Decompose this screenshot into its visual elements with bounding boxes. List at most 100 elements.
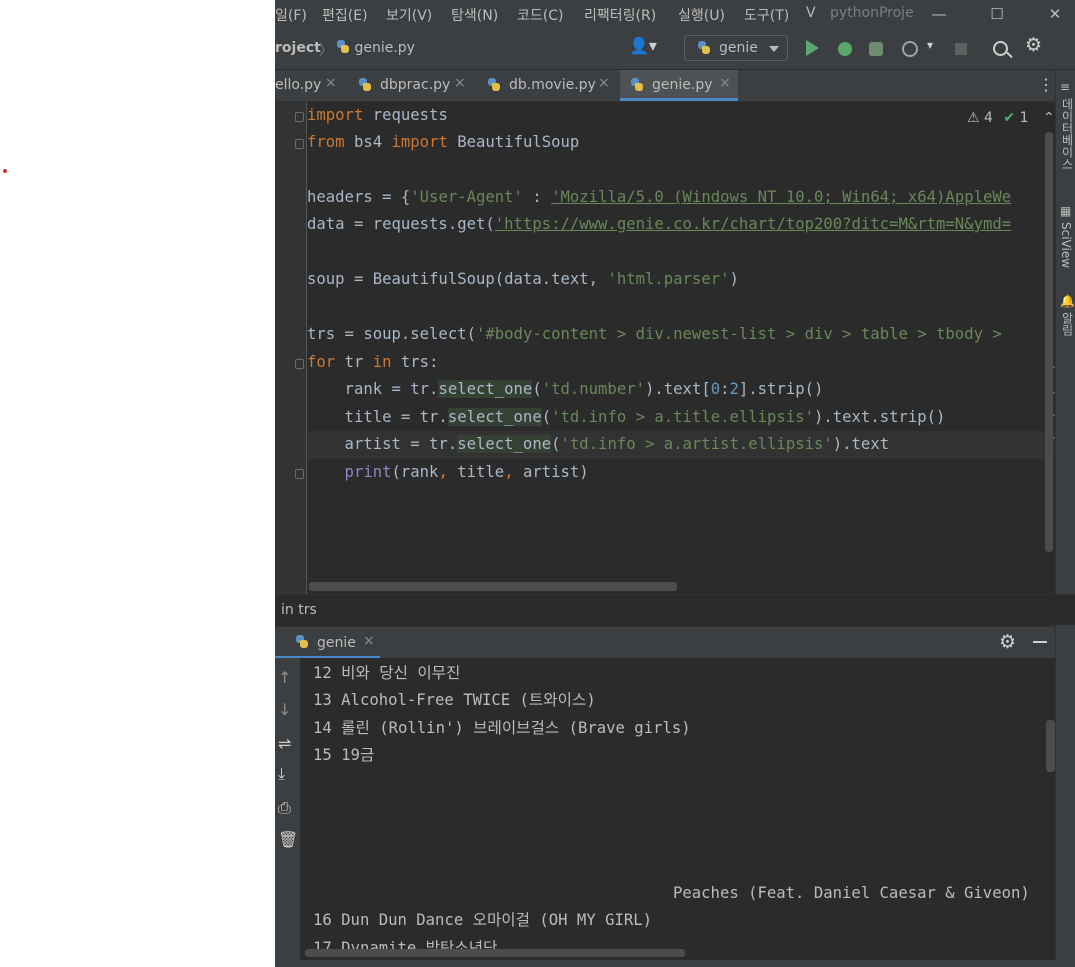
code-line: soup = BeautifulSoup(data.text, 'html.pa… [307, 270, 739, 288]
editor-vertical-scrollbar[interactable] [1045, 132, 1053, 552]
run-settings-gear-icon[interactable]: ⚙ [999, 631, 1016, 653]
close-tab-icon[interactable]: × [454, 75, 466, 91]
code-line: rank = tr.select_one('td.number').text[0… [307, 380, 824, 398]
tab-label: db.movie.py [509, 77, 596, 93]
arrow-down-icon[interactable]: ↓ [278, 700, 291, 719]
menu-refactor[interactable]: 리팩터링(R) [584, 5, 656, 25]
tab-dbprac[interactable]: dbprac.py × [355, 70, 479, 101]
menu-navigate[interactable]: 탐색(N) [451, 5, 498, 25]
code-line: from bs4 import BeautifulSoup [307, 133, 580, 151]
notifications-tool-button[interactable]: 알림 [1059, 312, 1075, 336]
tab-hello[interactable]: ello.py × [275, 70, 355, 101]
tab-genie[interactable]: genie.py × [620, 70, 738, 101]
menu-vcs[interactable]: V [806, 5, 816, 21]
code-breadcrumb-bar: in trs [275, 594, 1075, 625]
python-icon [295, 635, 309, 649]
search-icon[interactable] [993, 41, 1008, 56]
fold-marker-icon[interactable] [295, 112, 304, 122]
fold-marker-icon[interactable] [295, 359, 304, 369]
ide-window: 일(F) 편집(E) 보기(V) 탐색(N) 코드(C) 리팩터링(R) 실행(… [275, 0, 1075, 967]
tab-db-movie[interactable]: db.movie.py × [479, 70, 619, 101]
sciview-icon: ▦ [1060, 204, 1072, 218]
print-icon[interactable]: ⎙ [278, 798, 291, 818]
bell-icon: 🔔 [1060, 294, 1075, 308]
run-panel-header: genie × ⚙ [275, 626, 1055, 659]
close-window-button[interactable]: ✕ [1035, 0, 1075, 29]
close-tab-icon[interactable]: × [719, 75, 731, 91]
console-horizontal-scrollbar[interactable] [305, 949, 685, 957]
database-tool-button[interactable]: 데이터베이스 [1059, 98, 1075, 170]
chevron-down-icon [769, 46, 779, 52]
fold-marker-icon[interactable] [295, 139, 304, 149]
red-dot-marker [3, 169, 7, 173]
tab-label: dbprac.py [380, 77, 451, 93]
run-side-toolbar: ↑ ↓ ⇌ ⤓ ⎙ 🗑 [275, 658, 301, 967]
console-line: 12 비와 당신 이무진 [313, 664, 461, 682]
status-bar [275, 960, 1075, 967]
console-output[interactable]: 12 비와 당신 이무진 13 Alcohol-Free TWICE (트와이스… [300, 658, 1055, 967]
fold-marker-icon[interactable] [295, 469, 304, 479]
console-line: Peaches (Feat. Daniel Caesar & Giveon) [673, 884, 1030, 902]
warning-count: 4 [984, 110, 993, 126]
code-line: import requests [307, 106, 448, 124]
scroll-to-end-icon[interactable]: ⤓ [278, 764, 285, 784]
debug-icon[interactable] [838, 42, 852, 56]
menu-bar: 일(F) 편집(E) 보기(V) 탐색(N) 코드(C) 리팩터링(R) 실행(… [275, 0, 1075, 29]
breadcrumb-separator: 〉 [319, 43, 333, 59]
run-icon[interactable] [806, 40, 819, 56]
chevron-up-icon[interactable]: ⌃ [1043, 110, 1055, 126]
navigation-bar: roject 〉 genie.py 👤▾ genie ▾ ⚙ [275, 29, 1075, 70]
run-configuration-select[interactable]: genie [684, 35, 788, 61]
database-icon: ≡ [1060, 80, 1071, 94]
menu-code[interactable]: 코드(C) [517, 5, 563, 25]
breadcrumb-project[interactable]: roject [275, 40, 321, 56]
menu-run[interactable]: 실행(U) [678, 5, 725, 25]
menu-view[interactable]: 보기(V) [386, 5, 432, 25]
python-file-icon [358, 78, 372, 92]
code-editor[interactable]: import requests from bs4 import Beautifu… [307, 102, 1055, 594]
close-tab-icon[interactable]: × [598, 75, 610, 91]
close-tab-icon[interactable]: × [363, 633, 375, 649]
trash-icon[interactable]: 🗑 [278, 830, 298, 849]
code-line: artist = tr.select_one('td.info > a.arti… [307, 435, 890, 453]
console-line: 15 19금 [313, 746, 375, 764]
menu-tools[interactable]: 도구(T) [744, 5, 789, 25]
code-breadcrumb[interactable]: in trs [281, 602, 317, 618]
more-run-options-icon[interactable]: ▾ [927, 38, 933, 52]
code-line: print(rank, title, artist) [307, 463, 589, 481]
minimize-button[interactable]: — [919, 0, 959, 29]
tab-label: ello.py [275, 77, 322, 93]
stop-icon[interactable] [955, 43, 967, 55]
editor-horizontal-scrollbar[interactable] [309, 582, 677, 591]
sciview-tool-button[interactable]: SciView [1059, 222, 1073, 268]
menu-edit[interactable]: 편집(E) [322, 5, 368, 25]
warning-icon: ⚠ [967, 110, 980, 126]
console-vertical-scrollbar[interactable] [1046, 720, 1055, 772]
arrow-up-icon[interactable]: ↑ [278, 668, 291, 687]
code-line: title = tr.select_one('td.info > a.title… [307, 408, 946, 426]
inspection-widget[interactable]: ⚠ 4 ✔ 1 ⌃ ⌄ [967, 110, 1055, 126]
editor-tabs: ello.py × dbprac.py × db.movie.py × geni… [275, 70, 1055, 102]
right-tool-stripe: ≡ 데이터베이스 ▦ SciView 🔔 알림 [1055, 70, 1075, 967]
window-title: pythonProje [830, 5, 914, 21]
menu-file[interactable]: 일(F) [275, 5, 307, 25]
soft-wrap-icon[interactable]: ⇌ [278, 734, 291, 753]
settings-gear-icon[interactable]: ⚙ [1025, 36, 1042, 55]
console-line: 14 롤린 (Rollin') 브레이브걸스 (Brave girls) [313, 719, 691, 737]
run-tab-genie[interactable]: genie × [275, 627, 380, 659]
python-file-icon [630, 78, 644, 92]
editor-gutter [275, 102, 307, 594]
code-line: data = requests.get('https://www.genie.c… [307, 215, 1012, 233]
breadcrumb-file[interactable]: genie.py [336, 40, 415, 56]
profile-icon[interactable] [902, 41, 918, 57]
user-icon[interactable]: 👤▾ [629, 38, 657, 54]
run-tab-label: genie [317, 635, 356, 651]
tab-options-icon[interactable]: ⋮ [1038, 75, 1054, 94]
code-line: for tr in trs: [307, 353, 439, 371]
close-tab-icon[interactable]: × [325, 75, 337, 91]
hide-panel-icon[interactable] [1033, 641, 1047, 643]
check-icon: ✔ [1003, 110, 1016, 126]
coverage-icon[interactable] [869, 42, 883, 56]
python-file-icon [487, 78, 501, 92]
maximize-button[interactable]: ☐ [977, 0, 1017, 29]
